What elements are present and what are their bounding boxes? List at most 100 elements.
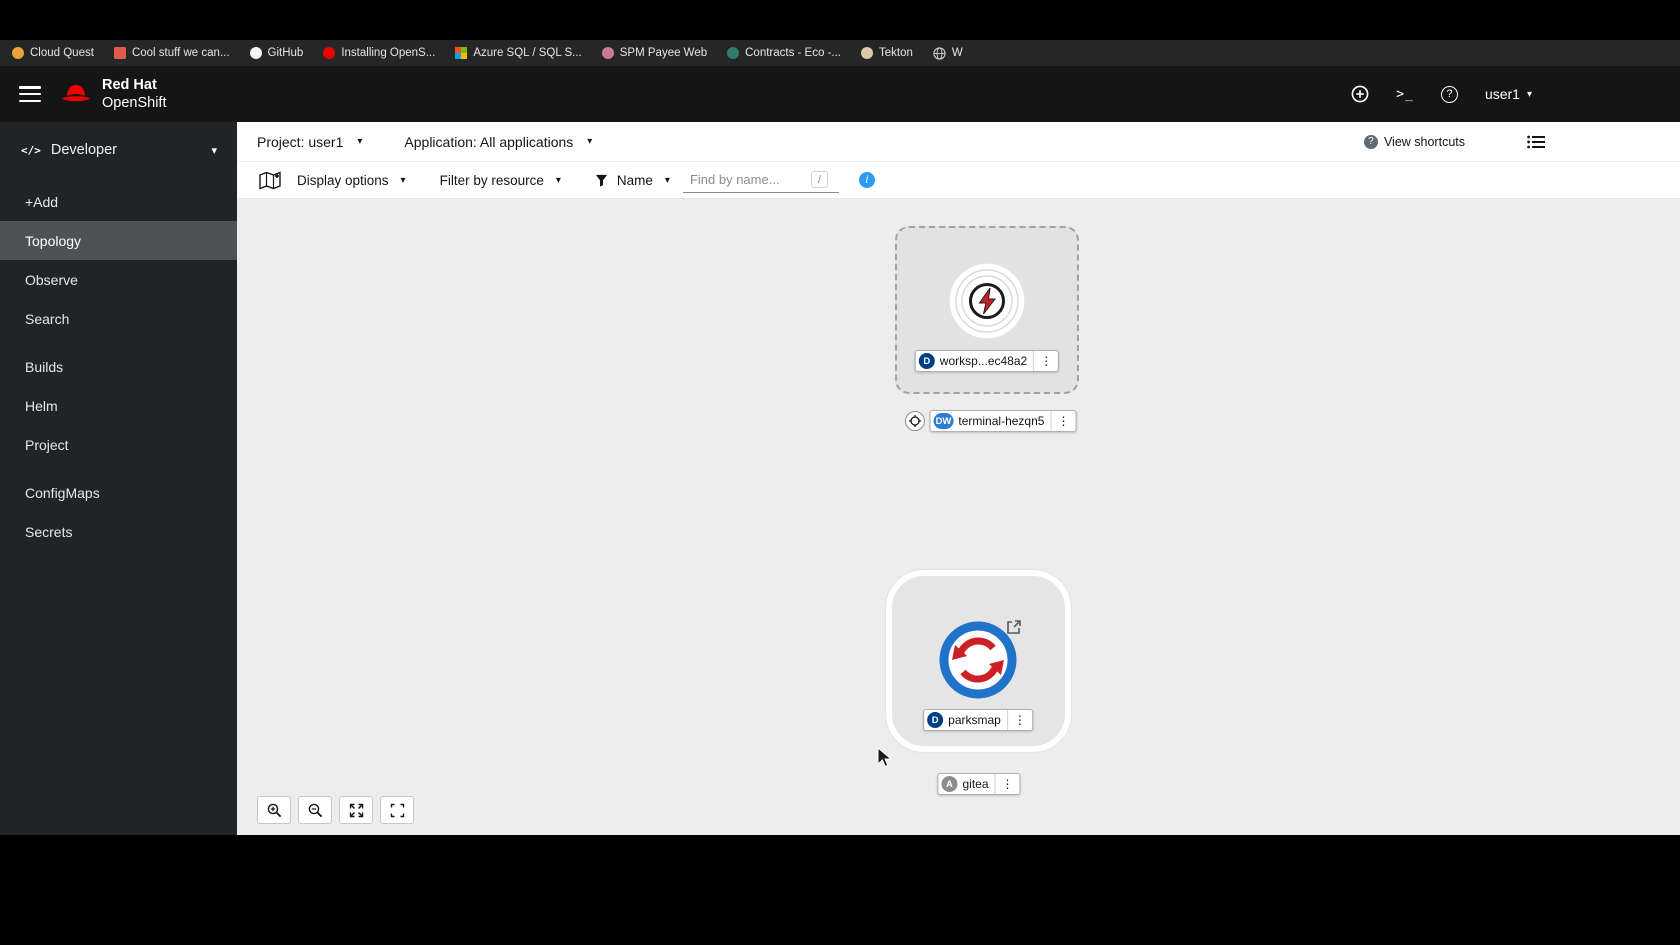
sidebar-item-topology[interactable]: Topology	[0, 221, 237, 260]
username: user1	[1484, 86, 1520, 102]
node-label-text: terminal-hezqn5	[958, 414, 1045, 428]
list-view-toggle-icon[interactable]	[1527, 135, 1545, 149]
workspace-node-label[interactable]: D worksp...ec48a2 ⋮	[914, 350, 1060, 372]
kebab-menu-icon[interactable]: ⋮	[1006, 710, 1032, 730]
brand-logo: Red Hat OpenShift	[59, 76, 167, 112]
bookmark-spm-payee[interactable]: SPM Payee Web	[601, 47, 708, 59]
sidebar-item-add[interactable]: +Add	[0, 182, 237, 221]
kebab-menu-icon[interactable]: ⋮	[1033, 351, 1058, 371]
nav-group: ConfigMaps Secrets	[0, 473, 237, 551]
chevron-down-icon: ▾	[587, 136, 593, 147]
deployment-badge: D	[918, 353, 935, 369]
nav-group: Builds Helm Project	[0, 347, 237, 464]
openshift-icon	[323, 47, 336, 59]
find-by-name-input[interactable]	[682, 172, 811, 187]
filter-funnel-icon	[595, 174, 608, 187]
gitea-group-label[interactable]: A gitea ⋮	[937, 773, 1021, 795]
filter-by-resource-dropdown[interactable]: Filter by resource ▾	[440, 173, 561, 188]
nav-group: +Add Topology Observe Search	[0, 182, 237, 338]
sidebar-item-configmaps[interactable]: ConfigMaps	[0, 473, 237, 512]
bookmark-favicon	[727, 47, 740, 59]
find-by-name-field: /	[682, 167, 839, 193]
perspective-label: Developer	[50, 142, 117, 158]
application-badge: A	[941, 776, 958, 792]
bookmark-cool-stuff[interactable]: Cool stuff we can...	[113, 47, 230, 59]
canvas-controls	[257, 796, 414, 824]
globe-icon	[933, 46, 946, 60]
terminal-node-decorator-icon[interactable]	[905, 411, 925, 431]
fullscreen-button[interactable]	[380, 796, 414, 824]
side-nav: </> Developer ▾ +Add Topology Observe Se…	[0, 122, 237, 835]
sidebar-item-builds[interactable]: Builds	[0, 347, 237, 386]
web-terminal-icon[interactable]: >_	[1396, 87, 1414, 102]
view-shortcuts-button[interactable]: ? View shortcuts	[1363, 134, 1465, 149]
external-link-icon[interactable]	[1006, 619, 1022, 635]
nav-toggle-icon[interactable]	[19, 86, 41, 102]
bookmark-label: Installing OpenS...	[341, 47, 436, 59]
bookmark-favicon	[113, 47, 126, 59]
sidebar-item-project[interactable]: Project	[0, 425, 237, 464]
sidebar-item-helm[interactable]: Helm	[0, 386, 237, 425]
microsoft-icon	[455, 47, 468, 59]
node-label-text: gitea	[962, 777, 989, 791]
help-icon[interactable]: ?	[1440, 85, 1458, 103]
bookmark-azure-sql[interactable]: Azure SQL / SQL S...	[455, 47, 582, 59]
node-label-text: parksmap	[948, 713, 1001, 727]
bookmark-favicon	[601, 47, 614, 59]
fit-to-screen-button[interactable]	[339, 796, 373, 824]
bookmark-label: GitHub	[267, 47, 304, 59]
screen: Cloud Quest Cool stuff we can... GitHub …	[0, 0, 1680, 945]
sidebar-item-observe[interactable]: Observe	[0, 260, 237, 299]
workspace-flash-icon[interactable]	[947, 261, 1027, 341]
display-options-dropdown[interactable]: Display options ▾	[297, 173, 406, 188]
chevron-down-icon: ▾	[1526, 88, 1532, 100]
bookmark-tekton[interactable]: Tekton	[860, 47, 913, 59]
mouse-cursor	[877, 746, 893, 774]
zoom-out-button[interactable]	[298, 796, 332, 824]
node-label-text: worksp...ec48a2	[939, 354, 1028, 368]
code-icon: </>	[21, 143, 41, 157]
application-dropdown[interactable]: Application: All applications ▾	[404, 134, 592, 150]
bookmark-contracts[interactable]: Contracts - Eco -...	[727, 47, 841, 59]
name-filter-label: Name	[616, 172, 653, 188]
terminal-node-label[interactable]: DW terminal-hezqn5 ⋮	[929, 410, 1077, 432]
deployment-badge: D	[927, 712, 944, 728]
bookmark-w[interactable]: W	[933, 46, 963, 60]
bookmark-label: SPM Payee Web	[619, 47, 708, 59]
bookmark-installing-openshift[interactable]: Installing OpenS...	[323, 47, 435, 59]
context-bar: Project: user1 ▾ Application: All applic…	[237, 122, 1680, 162]
perspective-switcher[interactable]: </> Developer ▾	[0, 122, 237, 176]
name-filter-dropdown[interactable]: Name ▾	[617, 173, 670, 188]
sidebar-item-search[interactable]: Search	[0, 299, 237, 338]
tekton-icon	[860, 47, 873, 59]
bookmark-cloud-quest[interactable]: Cloud Quest	[12, 47, 94, 59]
bookmark-label: Cool stuff we can...	[131, 47, 230, 59]
user-menu[interactable]: user1 ▾	[1485, 86, 1532, 102]
project-dropdown[interactable]: Project: user1 ▾	[257, 134, 362, 150]
slash-shortcut-hint: /	[810, 171, 828, 188]
kebab-menu-icon[interactable]: ⋮	[1050, 411, 1075, 431]
browser-bookmarks-bar: Cloud Quest Cool stuff we can... GitHub …	[0, 40, 1680, 66]
parksmap-node-label[interactable]: D parksmap ⋮	[923, 709, 1033, 731]
brand-line2: OpenShift	[102, 95, 167, 111]
brand-text: Red Hat OpenShift	[102, 76, 167, 112]
topology-view-icon[interactable]	[258, 170, 282, 190]
bookmark-github[interactable]: GitHub	[249, 47, 304, 59]
view-shortcuts-label: View shortcuts	[1383, 134, 1465, 149]
devworkspace-badge: DW	[933, 413, 954, 429]
topology-toolbar: Display options ▾ Filter by resource ▾ N…	[237, 162, 1680, 199]
brand-line1: Red Hat	[102, 76, 157, 93]
sidebar-item-secrets[interactable]: Secrets	[0, 512, 237, 551]
github-icon	[249, 47, 262, 59]
quick-create-plus-icon[interactable]	[1351, 85, 1369, 103]
bookmark-favicon	[12, 47, 24, 59]
topology-canvas[interactable]: D worksp...ec48a2 ⋮ DW terminal-hezqn5 ⋮	[237, 199, 1680, 835]
filter-by-resource-label: Filter by resource	[439, 172, 544, 188]
kebab-menu-icon[interactable]: ⋮	[994, 774, 1020, 794]
info-icon[interactable]: i	[858, 172, 875, 188]
application-dropdown-label: Application: All applications	[404, 133, 574, 150]
zoom-in-button[interactable]	[257, 796, 291, 824]
bookmark-label: W	[951, 47, 963, 59]
chevron-down-icon: ▾	[555, 174, 561, 186]
project-dropdown-label: Project: user1	[257, 133, 344, 150]
